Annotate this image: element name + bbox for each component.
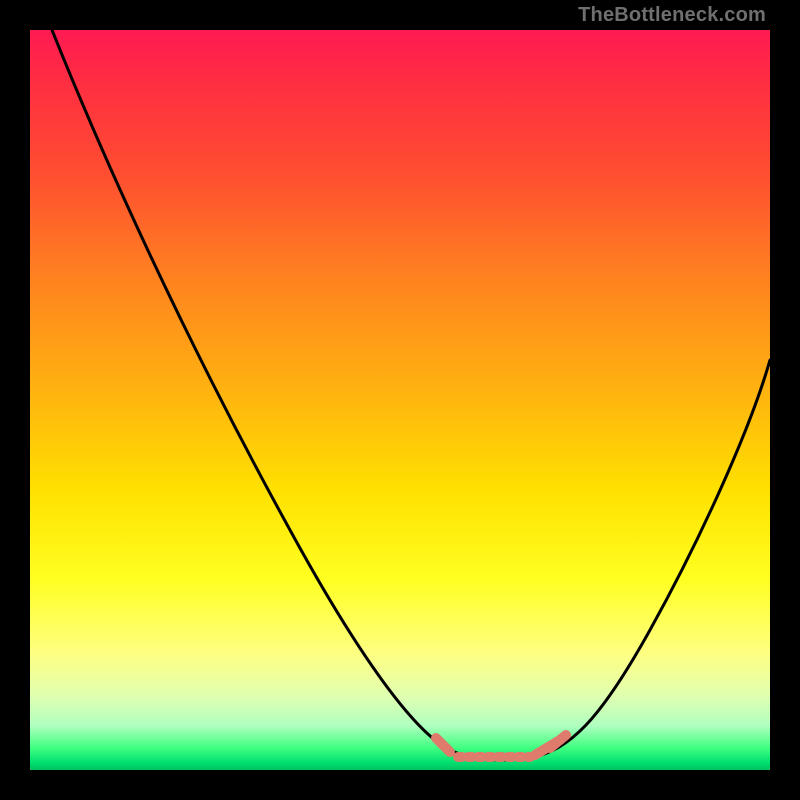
bottleneck-curve bbox=[52, 30, 770, 760]
watermark-text: TheBottleneck.com bbox=[578, 4, 766, 27]
curve-layer bbox=[30, 30, 770, 770]
plot-area bbox=[30, 30, 770, 770]
chart-canvas: TheBottleneck.com bbox=[0, 0, 800, 800]
trough-ticks bbox=[436, 735, 566, 757]
